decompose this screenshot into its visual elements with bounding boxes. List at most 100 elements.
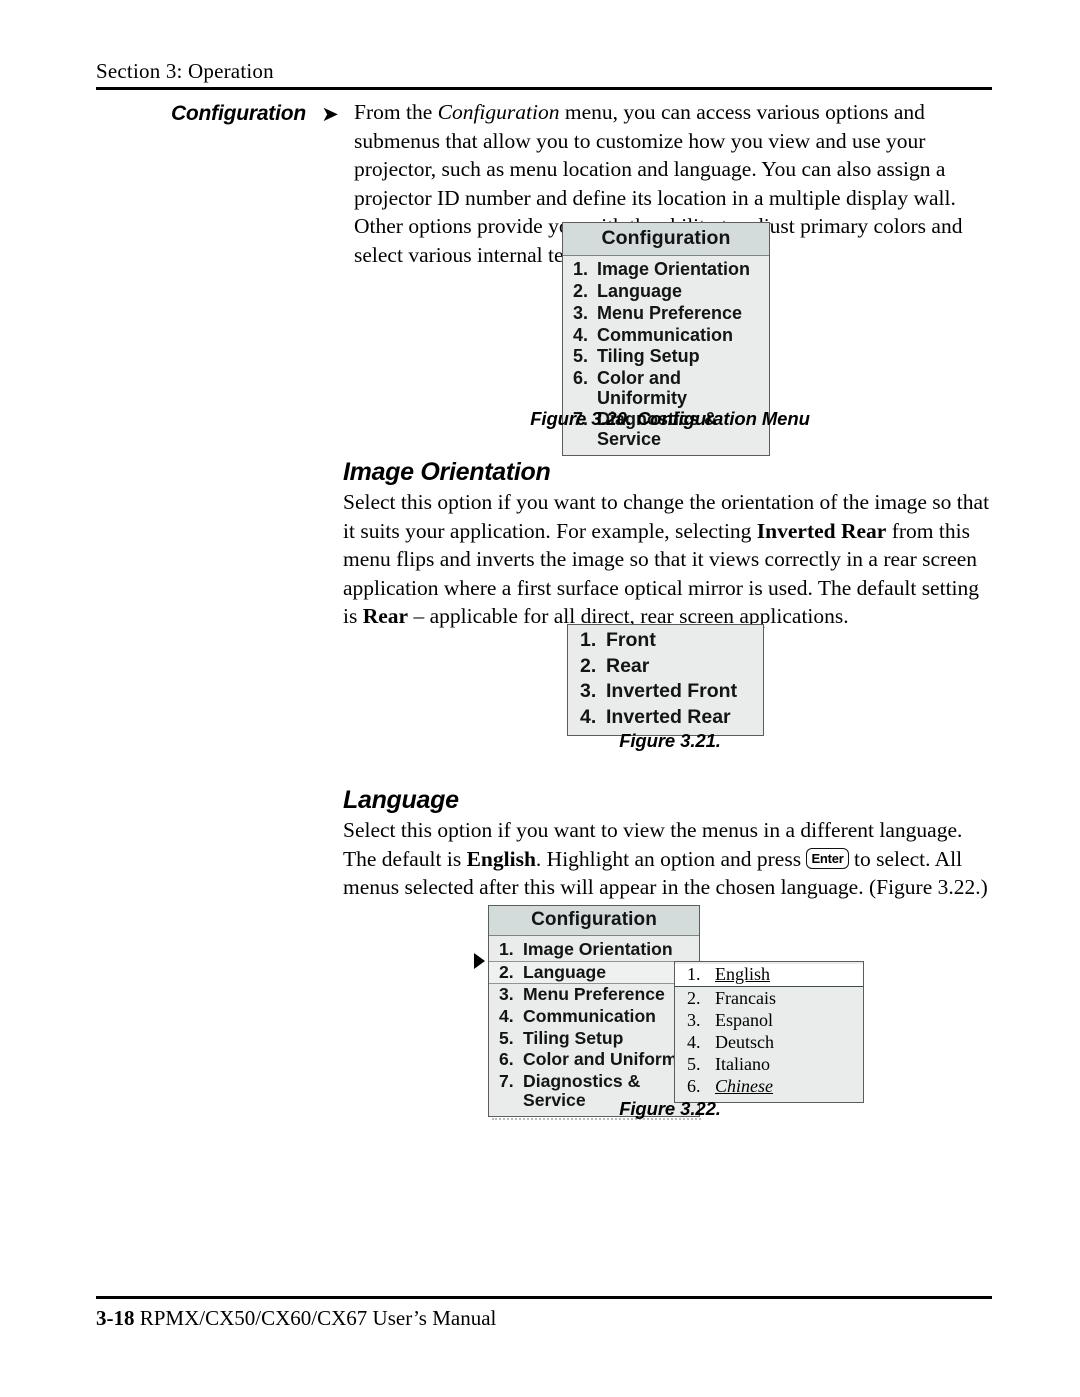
language-option-italiano[interactable]: 5. Italiano [675, 1054, 863, 1076]
language-option-number: 3. [687, 1009, 701, 1030]
intro-row: Configuration ➤ From the Configuration m… [96, 98, 996, 269]
menu-item-label: Communication [597, 324, 734, 345]
osd-configuration-menu-secondary: Configuration 1. Image Orientation 2. La… [488, 905, 701, 1121]
osd-orientation-list: 1. Front 2. Rear 3. Inverted Front 4. In… [568, 625, 763, 735]
orientation-item-label: Inverted Front [606, 680, 738, 702]
orientation-item-number: 3. [580, 680, 597, 702]
menu-item-label: Tiling Setup [523, 1027, 624, 1048]
menu-item-label: Tiling Setup [597, 346, 700, 367]
page-footer: 3-18 RPMX/CX50/CX60/CX67 User’s Manual [96, 1296, 992, 1331]
menu-item-tiling-setup[interactable]: 5. Tiling Setup [563, 346, 769, 368]
language-option-francais[interactable]: 2. Francais [675, 987, 863, 1009]
menu-item-tiling-setup[interactable]: 5. Tiling Setup [489, 1027, 699, 1049]
intro-text-1: From the [354, 100, 438, 124]
osd-menu-title: Configuration [563, 223, 769, 256]
language-option-number: 1. [687, 964, 701, 985]
language-option-number: 2. [687, 987, 701, 1008]
footer-page-number: 3-18 [96, 1306, 135, 1330]
orientation-item-number: 4. [580, 705, 597, 728]
menu-item-number: 3. [573, 302, 589, 323]
menu-item-color-and-uniformity[interactable]: 6. Color and Uniformity [563, 368, 769, 409]
side-heading-configuration: Configuration [170, 102, 306, 125]
language-option-label: Deutsch [715, 1031, 774, 1052]
footer-text: 3-18 RPMX/CX50/CX60/CX67 User’s Manual [96, 1305, 992, 1331]
page-header: Section 3: Operation [96, 58, 992, 90]
orientation-item-rear[interactable]: 2. Rear [568, 654, 763, 680]
menu-item-color-and-uniformity[interactable]: 6. Color and Uniformity [489, 1049, 699, 1071]
menu-item-number: 5. [573, 346, 589, 367]
enter-key-icon: Enter [806, 848, 849, 869]
menu-item-label: Image Orientation [597, 259, 751, 280]
menu-item-communication[interactable]: 4. Communication [563, 324, 769, 346]
language-option-label: Chinese [715, 1076, 773, 1097]
osd-language-selection-figure: Configuration 1. Image Orientation 2. La… [470, 900, 890, 1121]
io-bold-inverted-rear: Inverted Rear [756, 518, 887, 543]
osd-image-orientation-options: 1. Front 2. Rear 3. Inverted Front 4. In… [567, 624, 764, 736]
menu-item-number: 6. [499, 1049, 514, 1070]
orientation-item-front[interactable]: 1. Front [568, 628, 763, 654]
figure-caption-3-22: Figure 3.22. [619, 1098, 721, 1119]
heading-image-orientation: Image Orientation [343, 458, 551, 486]
menu-item-label: Color and Uniformity [597, 368, 687, 408]
menu-item-label: Menu Preference [597, 302, 743, 323]
menu-item-image-orientation[interactable]: 1. Image Orientation [563, 259, 769, 281]
language-option-number: 4. [687, 1031, 701, 1052]
menu-item-number: 5. [499, 1027, 514, 1048]
orientation-item-label: Rear [606, 654, 650, 677]
manual-page: Section 3: Operation Configuration ➤ Fro… [0, 0, 1080, 1397]
menu-item-number: 1. [499, 939, 514, 960]
osd-language-submenu: 1. English 2. Francais 3. Espanol 4. Deu… [674, 961, 864, 1104]
menu-item-number: 2. [573, 280, 589, 301]
osd-menu-title: Configuration [489, 906, 699, 936]
section-label: Section 3: Operation [96, 59, 274, 83]
menu-item-number: 4. [573, 324, 589, 345]
language-option-label: English [715, 964, 771, 985]
footer-manual-title: RPMX/CX50/CX60/CX67 User’s Manual [134, 1306, 497, 1330]
menu-item-number: 3. [499, 984, 514, 1005]
menu-item-label: Language [597, 280, 683, 301]
menu-item-number: 6. [573, 368, 589, 389]
language-option-number: 6. [687, 1076, 701, 1097]
orientation-item-label: Front [606, 629, 656, 651]
right-triangle-pointer-icon [474, 953, 485, 969]
header-rule [96, 87, 992, 90]
heading-language: Language [343, 786, 459, 814]
io-bold-rear: Rear [362, 604, 409, 628]
osd-menu-list: 1. Image Orientation 2. Language 3. Menu… [489, 936, 699, 1116]
menu-item-label: Color and Uniformity [523, 1049, 698, 1070]
menu-item-language-selected[interactable]: 2. Language [489, 960, 699, 985]
menu-item-number: 4. [499, 1005, 514, 1026]
paragraph-image-orientation: Select this option if you want to change… [343, 488, 993, 631]
lang-text-2: . Highlight an option and press [535, 846, 807, 871]
lang-bold-english: English [466, 846, 536, 871]
paragraph-language: Select this option if you want to view t… [343, 816, 993, 902]
language-option-chinese[interactable]: 6. Chinese [675, 1076, 863, 1098]
intro-block: Configuration ➤ From the Configuration m… [96, 98, 996, 269]
footer-rule [96, 1296, 992, 1299]
language-option-english[interactable]: 1. English [675, 964, 863, 988]
arrow-right-icon: ➤ [321, 102, 339, 126]
menu-item-label: Language [523, 961, 607, 982]
language-option-label: Francais [715, 987, 776, 1008]
language-option-espanol[interactable]: 3. Espanol [675, 1009, 863, 1031]
menu-item-language[interactable]: 2. Language [563, 281, 769, 303]
language-option-label: Espanol [715, 1009, 773, 1030]
language-option-number: 5. [687, 1054, 701, 1075]
menu-item-menu-preference[interactable]: 3. Menu Preference [489, 984, 699, 1006]
orientation-item-label: Inverted Rear [606, 705, 731, 728]
figure-caption-3-21: Figure 3.21. [619, 730, 721, 751]
language-option-deutsch[interactable]: 4. Deutsch [675, 1032, 863, 1054]
orientation-item-number: 1. [580, 629, 597, 651]
menu-item-label: Image Orientation [523, 939, 673, 960]
orientation-item-inverted-front[interactable]: 3. Inverted Front [568, 679, 763, 705]
orientation-item-inverted-rear[interactable]: 4. Inverted Rear [568, 705, 763, 731]
menu-item-number: 2. [499, 961, 514, 982]
menu-item-image-orientation[interactable]: 1. Image Orientation [489, 939, 699, 961]
menu-item-communication[interactable]: 4. Communication [489, 1006, 699, 1028]
menu-item-number: 1. [573, 259, 589, 280]
menu-item-label: Communication [523, 1005, 656, 1026]
menu-item-menu-preference[interactable]: 3. Menu Preference [563, 303, 769, 325]
orientation-item-number: 2. [580, 654, 597, 677]
language-option-label: Italiano [715, 1054, 770, 1075]
menu-item-label: Menu Preference [523, 984, 665, 1005]
